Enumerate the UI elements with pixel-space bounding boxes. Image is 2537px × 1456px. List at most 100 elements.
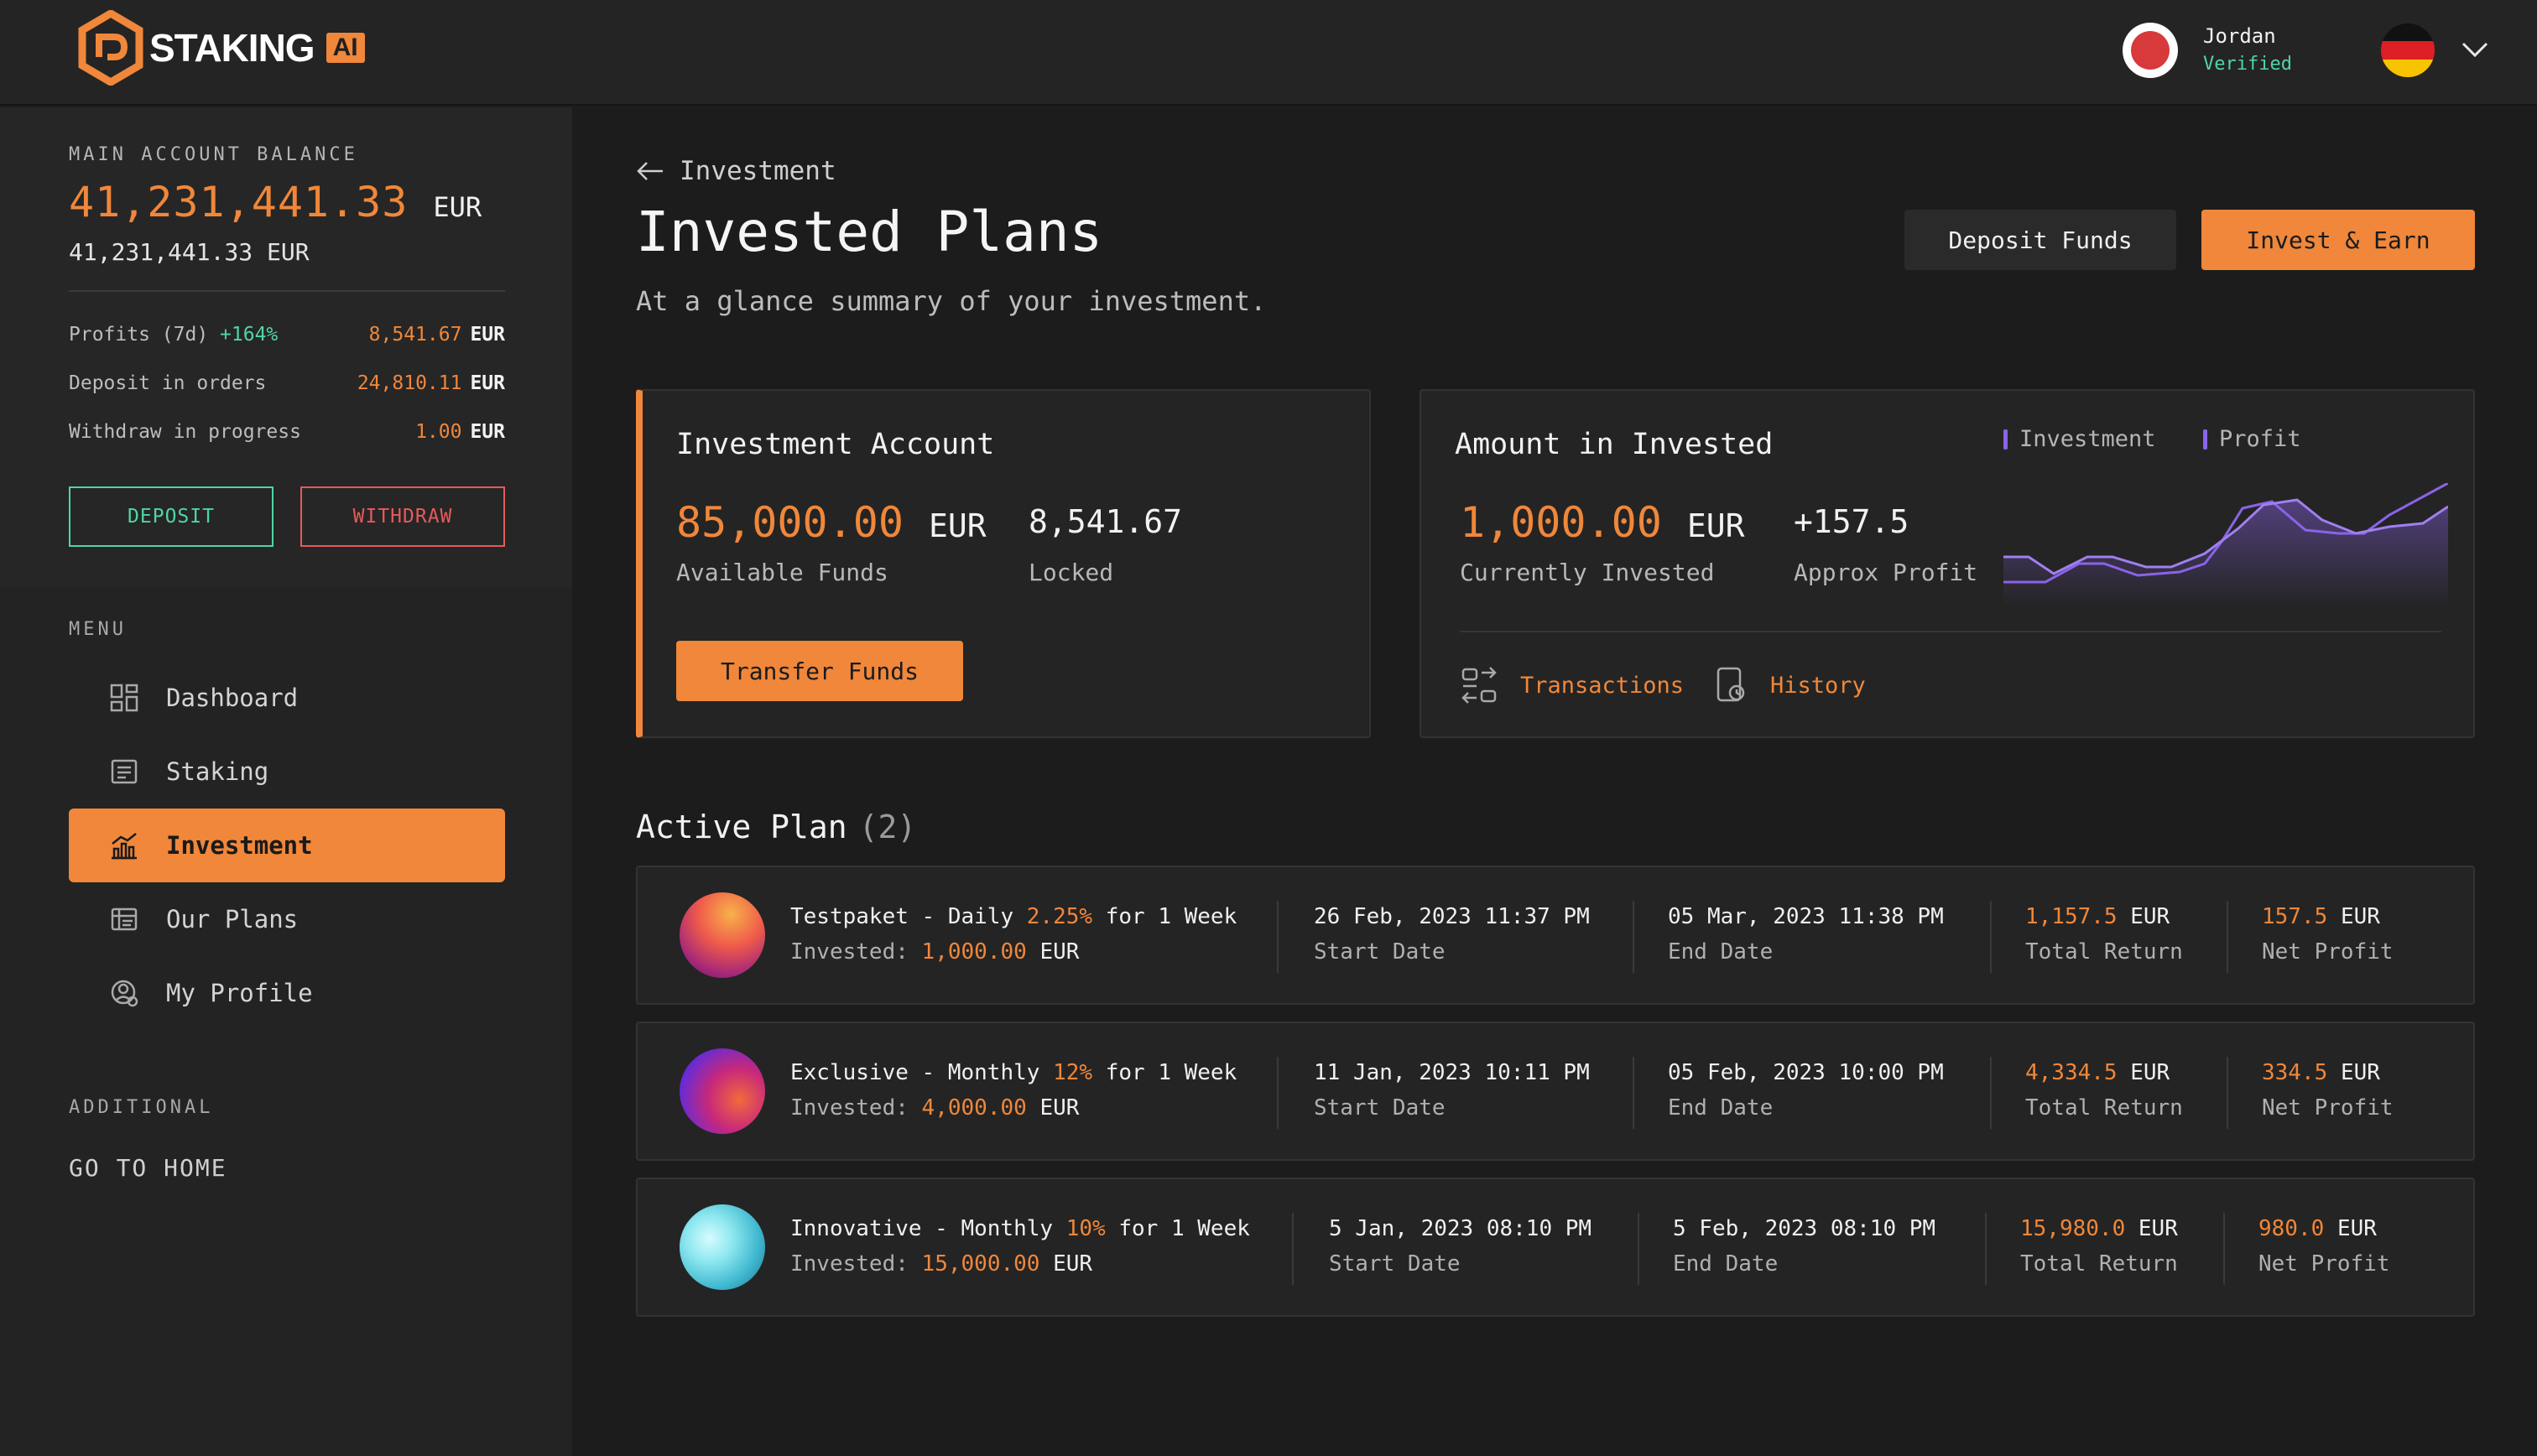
stat-value: 8,541.67: [368, 324, 462, 346]
profit-value: +157.5: [1794, 503, 1909, 540]
sidebar-item-label: Investment: [166, 831, 313, 860]
plan-avatar: [680, 1204, 765, 1290]
start-date: 5 Jan, 2023 08:10 PM: [1329, 1216, 1592, 1241]
transactions-link[interactable]: Transactions: [1460, 666, 1684, 705]
history-link[interactable]: History: [1715, 666, 1866, 705]
start-label: Start Date: [1314, 1095, 1446, 1121]
start-date: 26 Feb, 2023 11:37 PM: [1314, 904, 1590, 929]
sidebar-item-my-profile[interactable]: My Profile: [69, 956, 505, 1030]
balance-value: 41,231,441.33: [69, 178, 409, 226]
avatar-image: [2131, 31, 2170, 70]
investment-icon: [107, 829, 141, 862]
stat-value: 1.00: [415, 421, 462, 443]
net-profit-currency: EUR: [2336, 1216, 2377, 1241]
balance-currency: EUR: [433, 191, 482, 223]
transfer-funds-button[interactable]: Transfer Funds: [676, 641, 963, 701]
end-date: 05 Mar, 2023 11:38 PM: [1668, 904, 1944, 929]
arrow-left-icon: [637, 162, 663, 180]
legend-profit: Profit: [2203, 426, 2301, 452]
plan-row[interactable]: Testpaket - Daily 2.25% for 1 Week Inves…: [636, 866, 2475, 1005]
history-label: History: [1770, 672, 1866, 699]
divider: [1292, 1213, 1294, 1285]
profile-icon: [107, 976, 141, 1010]
total-return: 1,157.5: [2025, 904, 2118, 929]
sidebar-item-our-plans[interactable]: Our Plans: [69, 882, 505, 956]
history-icon: [1717, 667, 1745, 702]
user-info: Jordan Verified: [2203, 22, 2292, 79]
investment-account-card: Investment Account 85,000.00 EUR Availab…: [636, 389, 1371, 738]
stat-currency: EUR: [470, 324, 505, 346]
divider: [1633, 1057, 1634, 1129]
invested-label: Invested:: [790, 1251, 909, 1277]
divider: [1990, 901, 1992, 973]
transactions-label: Transactions: [1520, 672, 1685, 699]
deposit-funds-button[interactable]: Deposit Funds: [1904, 210, 2176, 270]
menu-label: MENU: [69, 619, 127, 640]
net-profit-label: Net Profit: [2258, 1251, 2390, 1277]
net-profit-currency: EUR: [2340, 1060, 2380, 1085]
user-status: Verified: [2203, 54, 2292, 75]
net-profit: 980.0: [2258, 1216, 2325, 1241]
withdraw-button[interactable]: WITHDRAW: [300, 486, 505, 547]
plan-info: Exclusive - Monthly 12% for 1 Week Inves…: [790, 1055, 1237, 1126]
page-title: Invested Plans: [636, 200, 1103, 264]
invested-amount: 15,000.00: [921, 1251, 1040, 1277]
breadcrumb[interactable]: Investment: [636, 156, 836, 186]
go-home-link[interactable]: GO TO HOME: [69, 1154, 227, 1182]
logo-icon: [78, 10, 143, 86]
locked-label: Locked: [1029, 559, 1114, 586]
profit-label: Approx Profit: [1794, 559, 1978, 586]
currently-invested: 1,000.00 EUR: [1460, 498, 1744, 547]
invested-label: Invested:: [790, 1095, 909, 1121]
language-flag-icon[interactable]: [2381, 23, 2435, 77]
stat-currency: EUR: [470, 372, 505, 394]
divider: [1460, 631, 2441, 632]
deposit-button[interactable]: DEPOSIT: [69, 486, 273, 547]
sidebar-item-label: Our Plans: [166, 905, 299, 933]
plan-start: 26 Feb, 2023 11:37 PM Start Date: [1314, 899, 1590, 970]
plan-net-profit: 980.0 EUR Net Profit: [2258, 1211, 2390, 1282]
sidebar-item-investment[interactable]: Investment: [69, 809, 505, 882]
invested-amount: 4,000.00: [921, 1095, 1027, 1121]
stat-withdraw-progress: Withdraw in progress 1.00 EUR: [69, 421, 505, 443]
invest-earn-button[interactable]: Invest & Earn: [2201, 210, 2475, 270]
divider: [1633, 901, 1634, 973]
sidebar-item-dashboard[interactable]: Dashboard: [69, 661, 505, 735]
brand-logo[interactable]: STAKING AI: [77, 10, 365, 86]
user-menu[interactable]: Jordan Verified: [2123, 22, 2292, 79]
plan-net-profit: 334.5 EUR Net Profit: [2262, 1055, 2394, 1126]
avatar[interactable]: [2123, 23, 2178, 78]
sidebar-item-staking[interactable]: Staking: [69, 735, 505, 809]
available-currency: EUR: [928, 507, 987, 544]
locked-value: 8,541.67: [1029, 503, 1183, 540]
divider: [1638, 1213, 1639, 1285]
plan-rate: 10%: [1065, 1216, 1106, 1241]
staking-icon: [107, 755, 141, 788]
divider: [1985, 1213, 1987, 1285]
plan-avatar: [680, 892, 765, 978]
card-title: Investment Account: [676, 428, 995, 461]
plan-row[interactable]: Exclusive - Monthly 12% for 1 Week Inves…: [636, 1022, 2475, 1161]
total-return-label: Total Return: [2025, 939, 2183, 965]
active-plan-count: (2): [858, 809, 917, 845]
end-date: 5 Feb, 2023 08:10 PM: [1673, 1216, 1936, 1241]
stat-change: +164%: [220, 324, 279, 346]
sidebar: MAIN ACCOUNT BALANCE 41,231,441.33 EUR 4…: [0, 107, 572, 1456]
plan-start: 5 Jan, 2023 08:10 PM Start Date: [1329, 1211, 1591, 1282]
chevron-down-icon[interactable]: [2460, 37, 2490, 60]
stat-currency: EUR: [470, 421, 505, 443]
plan-term: for 1 Week: [1105, 1060, 1237, 1085]
legend-swatch: [2003, 429, 2008, 450]
end-date: 05 Feb, 2023 10:00 PM: [1668, 1060, 1944, 1085]
sidebar-item-label: Dashboard: [166, 684, 299, 712]
plan-net-profit: 157.5 EUR Net Profit: [2262, 899, 2394, 970]
additional-label: ADDITIONAL: [69, 1097, 214, 1118]
legend-swatch: [2203, 429, 2207, 450]
plan-rate: 2.25%: [1026, 904, 1093, 929]
start-label: Start Date: [1314, 939, 1446, 965]
plan-row[interactable]: Innovative - Monthly 10% for 1 Week Inve…: [636, 1178, 2475, 1317]
plan-avatar: [680, 1048, 765, 1134]
plan-term: for 1 Week: [1118, 1216, 1250, 1241]
net-profit: 334.5: [2262, 1060, 2328, 1085]
start-date: 11 Jan, 2023 10:11 PM: [1314, 1060, 1590, 1085]
